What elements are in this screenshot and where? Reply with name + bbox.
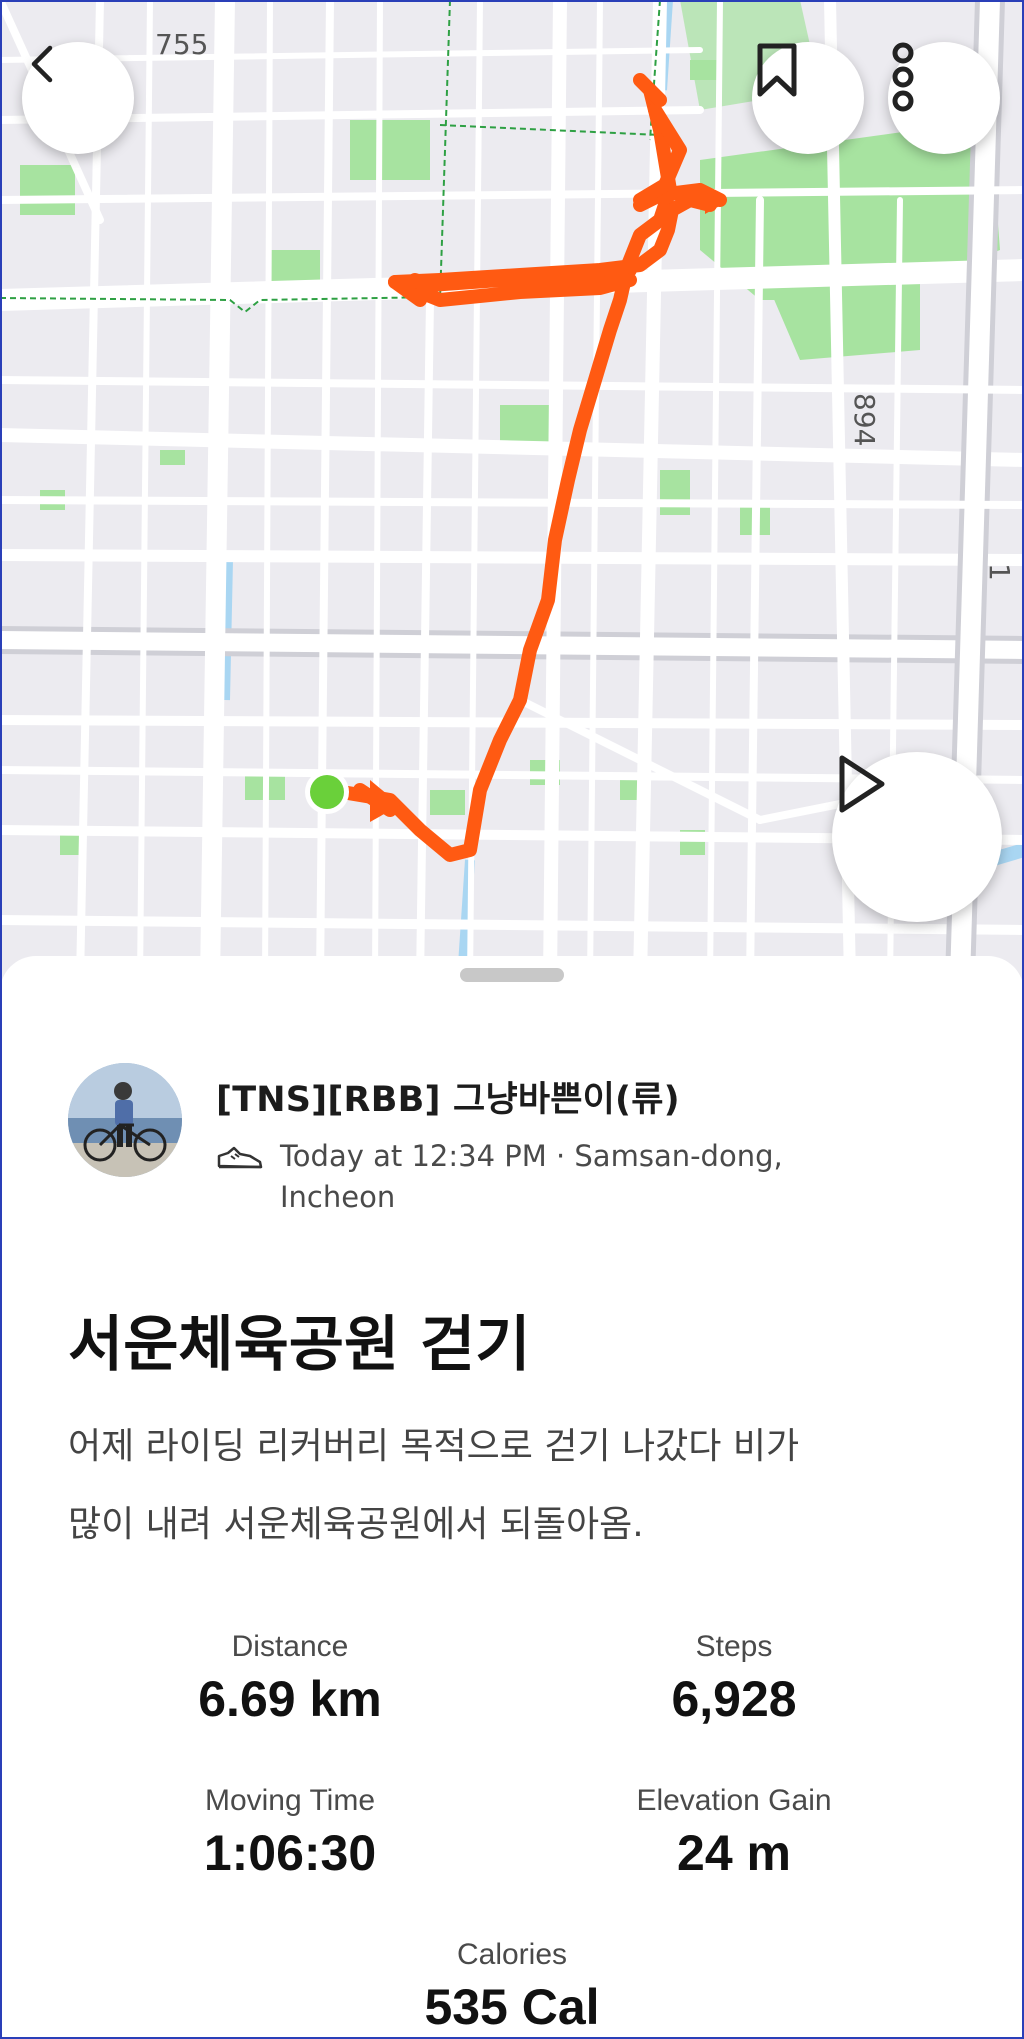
stat-value: 535 Cal xyxy=(424,1979,600,2035)
more-options-button[interactable] xyxy=(888,42,1000,154)
description-line-1: 어제 라이딩 리커버리 목적으로 걷기 나갔다 비가 xyxy=(68,1426,800,1467)
stat-elevation-gain: Elevation Gain 24 m xyxy=(514,1784,954,1882)
avatar-photo xyxy=(68,1063,182,1177)
stat-label: Elevation Gain xyxy=(636,1784,832,1817)
athlete-name[interactable]: [TNS][RBB] 그냥바쁜이(류) xyxy=(216,1071,680,1122)
stat-value: 1:06:30 xyxy=(203,1825,377,1881)
stat-label: Distance xyxy=(231,1630,349,1663)
start-marker[interactable] xyxy=(310,775,344,809)
play-flyover-button[interactable] xyxy=(832,752,1002,922)
stat-moving-time: Moving Time 1:06:30 xyxy=(70,1784,510,1882)
stat-value: 6.69 km xyxy=(198,1671,382,1727)
stat-value: 24 m xyxy=(677,1825,791,1881)
activity-description: 어제 라이딩 리커버리 목적으로 걷기 나갔다 비가 많이 내려 서운체육공원에… xyxy=(68,1408,988,1564)
description-line-2: 많이 내려 서운체육공원에서 되돌아옴. xyxy=(68,1504,644,1545)
activity-meta: Today at 12:34 PM · Samsan-dong, Incheon xyxy=(280,1136,880,1218)
stat-distance: Distance 6.69 km xyxy=(70,1630,510,1728)
stat-steps: Steps 6,928 xyxy=(514,1630,954,1728)
road-label-755: 755 xyxy=(155,28,208,61)
stat-calories: Calories 535 Cal xyxy=(292,1938,732,2036)
route-map[interactable]: 755 894 1 xyxy=(0,0,1024,980)
stat-label: Moving Time xyxy=(204,1784,376,1817)
activity-time-location: Today at 12:34 PM · Samsan-dong, xyxy=(280,1139,783,1173)
stat-value: 6,928 xyxy=(671,1671,797,1727)
bookmark-button[interactable] xyxy=(752,42,864,154)
bookmark-icon xyxy=(757,43,797,97)
road-label-894: 894 xyxy=(848,393,881,446)
road-label-1: 1 xyxy=(983,563,1016,581)
activity-location-city: Incheon xyxy=(280,1180,396,1214)
chevron-left-icon xyxy=(31,45,53,83)
activity-details-sheet[interactable]: [TNS][RBB] 그냥바쁜이(류) Today at 12:34 PM · … xyxy=(0,956,1024,2039)
shoe-icon xyxy=(216,1144,264,1176)
more-vertical-icon xyxy=(892,42,914,112)
stat-label: Steps xyxy=(695,1630,773,1663)
stat-label: Calories xyxy=(456,1938,568,1971)
sheet-drag-handle[interactable] xyxy=(460,968,564,982)
play-icon xyxy=(839,755,885,813)
athlete-avatar[interactable] xyxy=(68,1063,182,1177)
activity-title: 서운체육공원 걷기 xyxy=(68,1310,531,1380)
back-button[interactable] xyxy=(22,42,134,154)
